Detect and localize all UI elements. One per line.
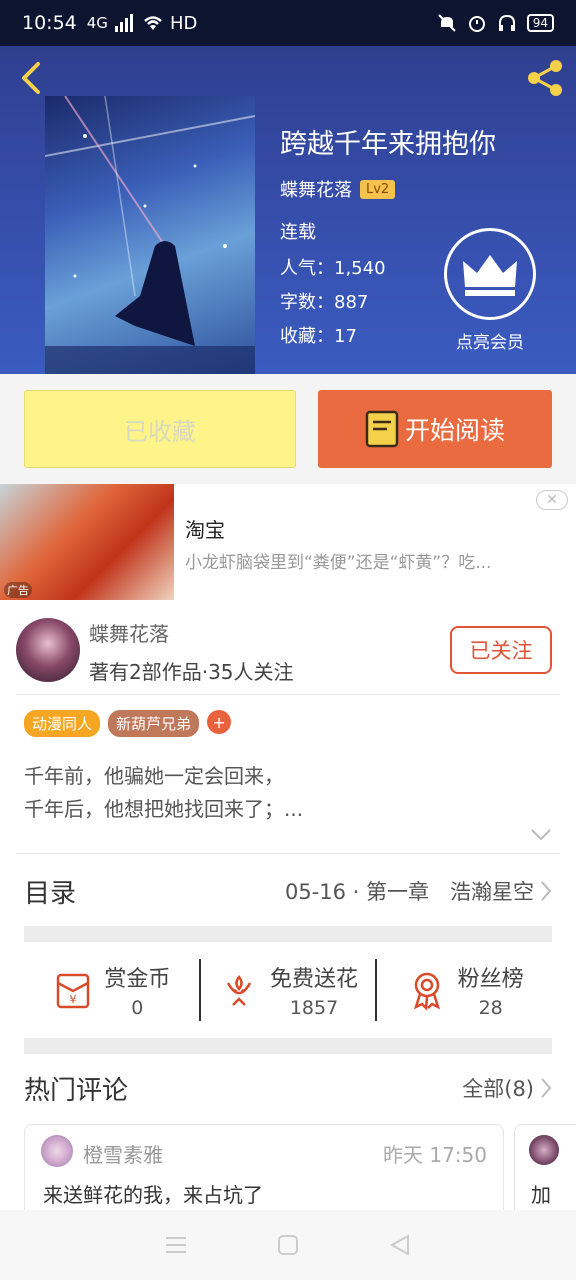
chevron-right-icon <box>541 881 552 901</box>
catalog-row[interactable]: 目录 05-16 · 第一章 浩瀚星空 <box>24 856 552 926</box>
book-author[interactable]: 蝶舞花落 <box>280 176 352 202</box>
start-reading-label: 开始阅读 <box>404 416 505 445</box>
battery-indicator: 94 <box>526 14 554 32</box>
book-word-count: 字数：887 <box>280 292 369 313</box>
favorited-button[interactable]: 已收藏 <box>24 390 296 468</box>
synopsis: 千年前，他骗她一定会回来， 千年后，他想把她找回来了；... <box>24 760 303 826</box>
fan-ranking-label: 粉丝榜 <box>457 967 524 992</box>
hot-comments-header: 热门评论 全部(8) <box>24 1058 552 1118</box>
cover-artwork <box>45 96 255 374</box>
commenter-avatar <box>529 1135 559 1165</box>
fan-ranking-value: 28 <box>478 997 503 1019</box>
svg-text:¥: ¥ <box>70 993 77 1006</box>
comment-text: 加 <box>531 1183 551 1207</box>
comment-card[interactable]: 橙雪素雅 昨天 17:50 来送鲜花的我，来占坑了 <box>24 1124 504 1216</box>
comment-text: 来送鲜花的我，来占坑了 <box>43 1183 263 1207</box>
home-icon[interactable] <box>277 1234 299 1256</box>
add-tag-button[interactable]: + <box>207 710 232 734</box>
reward-coins-value: 0 <box>131 997 144 1019</box>
red-envelope-icon: ¥ <box>57 973 90 1009</box>
status-time: 10:54 <box>22 12 77 34</box>
comment-time: 昨天 17:50 <box>383 1143 487 1167</box>
send-flowers-label: 免费送花 <box>270 967 359 992</box>
close-icon: ✕ <box>546 492 558 508</box>
all-comments-link[interactable]: 全部(8) <box>462 1073 552 1103</box>
ad-close-button[interactable]: ✕ <box>536 490 568 510</box>
chevron-down-icon[interactable] <box>530 828 552 842</box>
hot-comments-title: 热门评论 <box>24 1075 129 1106</box>
book-status: 连载 <box>280 222 316 243</box>
wifi-icon <box>144 16 162 30</box>
tag-anime[interactable]: 动漫同人 <box>24 710 101 737</box>
signal-4g-label: 4G <box>86 14 108 32</box>
hd-label: HD <box>169 12 198 34</box>
latest-chapter: 05-16 · 第一章 浩瀚星空 <box>284 880 534 904</box>
vip-button[interactable]: 点亮会员 <box>444 228 536 353</box>
ad-title: 淘宝 <box>185 518 225 542</box>
status-bar: 10:54 4G HD 94 <box>0 0 576 46</box>
book-header: 跨越千年来拥抱你 蝶舞花落 Lv2 连载 人气：1,540 字数：887 收藏：… <box>0 46 576 374</box>
tag-list: 动漫同人 新葫芦兄弟 + <box>24 710 232 737</box>
back-arrow-icon[interactable] <box>14 58 50 98</box>
synopsis-line-2: 千年后，他想把她找回来了；... <box>24 797 304 821</box>
divider <box>16 694 560 695</box>
send-flowers-value: 1857 <box>289 997 339 1019</box>
chevron-right-icon <box>541 1078 552 1098</box>
headphones-icon <box>498 14 515 31</box>
book-popularity: 人气：1,540 <box>280 258 386 279</box>
author-card: 蝶舞花落 著有2部作品·35人关注 已关注 <box>0 606 576 694</box>
comment-card[interactable]: 加 <box>514 1124 576 1216</box>
action-bar: 已收藏 开始阅读 <box>0 374 576 484</box>
medal-icon <box>413 972 440 1011</box>
book-title: 跨越千年来拥抱你 <box>280 129 496 160</box>
ad-description: 小龙虾脑袋里到“粪便”还是“虾黄”？吃... <box>185 553 492 573</box>
signal-icon <box>114 14 133 32</box>
alarm-icon <box>468 16 485 32</box>
reward-coins-stat[interactable]: ¥ 赏金币 0 <box>24 942 199 1038</box>
ad-tag: 广告 <box>4 582 32 598</box>
book-favorites: 收藏：17 <box>280 326 357 347</box>
ad-banner[interactable]: 广告 淘宝 小龙虾脑袋里到“粪便”还是“虾黄”？吃... ✕ <box>0 484 576 606</box>
mute-bell-icon <box>438 14 456 32</box>
share-icon[interactable] <box>522 58 566 98</box>
fan-ranking-stat[interactable]: 粉丝榜 28 <box>377 942 552 1038</box>
reward-coins-label: 赏金币 <box>104 967 171 992</box>
commenter-avatar <box>41 1135 73 1167</box>
level-badge: Lv2 <box>360 179 396 199</box>
author-name[interactable]: 蝶舞花落 <box>89 618 169 647</box>
section-divider <box>24 926 552 942</box>
flower-icon <box>226 975 252 1006</box>
section-divider <box>24 1038 552 1054</box>
commenter-name: 橙雪素雅 <box>83 1143 163 1167</box>
author-info: 著有2部作品·35人关注 <box>89 660 294 684</box>
back-icon[interactable] <box>389 1234 411 1256</box>
start-reading-button[interactable]: 开始阅读 <box>318 390 552 468</box>
synopsis-line-1: 千年前，他骗她一定会回来， <box>24 764 284 788</box>
vip-label: 点亮会员 <box>456 333 524 353</box>
system-nav-bar <box>0 1210 576 1280</box>
crown-icon <box>463 255 517 296</box>
ad-image: 广告 <box>0 484 174 600</box>
tag-new-gourd-brothers[interactable]: 新葫芦兄弟 <box>108 710 200 737</box>
send-flowers-stat[interactable]: 免费送花 1857 <box>201 942 376 1038</box>
catalog-title: 目录 <box>24 878 77 909</box>
stats-row: ¥ 赏金币 0 免费送花 1857 粉丝榜 28 <box>24 942 552 1038</box>
divider <box>16 853 560 854</box>
avatar[interactable] <box>16 618 80 682</box>
book-icon <box>365 410 399 448</box>
book-cover[interactable] <box>45 96 255 374</box>
menu-icon[interactable] <box>165 1236 187 1254</box>
followed-button[interactable]: 已关注 <box>450 626 552 674</box>
